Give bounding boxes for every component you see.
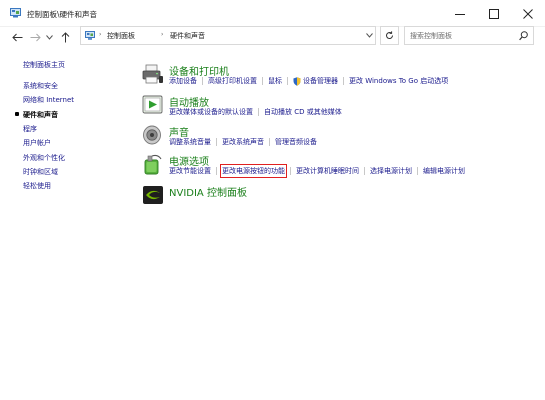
minimize-button[interactable] — [443, 0, 477, 27]
link-change-media-defaults[interactable]: 更改媒体或设备的默认设置 — [169, 107, 253, 117]
chevron-down-icon — [366, 33, 373, 38]
sidebar-item-appearance[interactable]: 外观和个性化 — [23, 153, 65, 163]
link-manage-audio-devices[interactable]: 管理音频设备 — [275, 137, 317, 147]
link-adjust-volume[interactable]: 调整系统音量 — [169, 137, 211, 147]
link-advanced-printer-setup[interactable]: 高级打印机设置 — [208, 76, 257, 86]
link-divider — [343, 77, 344, 85]
link-divider — [216, 167, 217, 175]
link-change-power-button[interactable]: 更改电源按钮的功能 — [220, 164, 287, 178]
link-divider — [262, 77, 263, 85]
link-divider — [269, 138, 270, 146]
sidebar-item-programs[interactable]: 程序 — [23, 124, 37, 134]
link-change-sleep-time[interactable]: 更改计算机睡眠时间 — [296, 166, 359, 176]
nvidia-icon — [143, 186, 163, 204]
breadcrumb-control-panel[interactable]: 控制面板 — [107, 31, 135, 41]
breadcrumb-separator: › — [161, 31, 164, 38]
link-edit-power-plan[interactable]: 编辑电源计划 — [423, 166, 465, 176]
refresh-button[interactable] — [380, 26, 399, 45]
recent-locations-button[interactable] — [44, 31, 54, 43]
breadcrumb-separator: › — [99, 31, 102, 38]
arrow-up-icon — [61, 31, 69, 42]
link-autoplay-cd[interactable]: 自动播放 CD 或其他媒体 — [264, 107, 342, 117]
power-options-icon — [144, 154, 162, 175]
link-device-manager[interactable]: 设备管理器 — [303, 76, 338, 86]
arrow-right-icon — [30, 33, 41, 41]
link-add-device[interactable]: 添加设备 — [169, 76, 197, 86]
link-windows-to-go[interactable]: 更改 Windows To Go 启动选项 — [349, 76, 448, 86]
speaker-icon — [143, 125, 161, 145]
search-box[interactable] — [404, 26, 534, 45]
link-mouse[interactable]: 鼠标 — [268, 76, 282, 86]
arrow-left-icon — [11, 33, 22, 41]
sidebar-item-system-security[interactable]: 系统和安全 — [23, 81, 58, 91]
sidebar-item-ease-of-access[interactable]: 轻松使用 — [23, 181, 51, 191]
minimize-icon — [455, 13, 465, 15]
address-history-button[interactable] — [363, 27, 376, 44]
category-links-devices: 添加设备 高级打印机设置 鼠标 设备管理器 更改 Windows To Go 启… — [169, 76, 448, 86]
sidebar-item-user-accounts[interactable]: 用户帐户 — [23, 138, 51, 148]
link-change-sounds[interactable]: 更改系统声音 — [222, 137, 264, 147]
link-choose-power-plan[interactable]: 选择电源计划 — [370, 166, 412, 176]
search-input[interactable] — [410, 30, 515, 42]
maximize-button[interactable] — [477, 0, 511, 27]
address-bar[interactable]: › 控制面板 › 硬件和声音 — [80, 26, 376, 45]
search-icon[interactable] — [519, 31, 528, 41]
link-divider — [417, 167, 418, 175]
category-links-autoplay: 更改媒体或设备的默认设置 自动播放 CD 或其他媒体 — [169, 107, 342, 117]
printer-icon — [142, 64, 163, 84]
close-button[interactable] — [511, 0, 545, 27]
control-panel-icon — [85, 31, 95, 40]
link-divider — [202, 77, 203, 85]
chevron-down-icon — [45, 34, 53, 40]
link-change-power-saving[interactable]: 更改节能设置 — [169, 166, 211, 176]
back-button[interactable] — [10, 31, 24, 43]
forward-button[interactable] — [28, 31, 42, 43]
category-title-nvidia[interactable]: NVIDIA 控制面板 — [169, 184, 247, 199]
sidebar-item-control-panel-home[interactable]: 控制面板主页 — [23, 60, 65, 70]
link-divider — [364, 167, 365, 175]
control-panel-icon — [10, 8, 21, 18]
breadcrumb-hardware-sound[interactable]: 硬件和声音 — [170, 31, 205, 41]
title-bar: 控制面板\硬件和声音 — [0, 0, 545, 27]
link-divider — [216, 138, 217, 146]
window-title: 控制面板\硬件和声音 — [27, 10, 98, 19]
category-links-power: 更改节能设置 更改电源按钮的功能 更改计算机睡眠时间 选择电源计划 编辑电源计划 — [169, 164, 465, 178]
sidebar-item-hardware-sound[interactable]: 硬件和声音 — [15, 110, 58, 120]
link-divider — [287, 77, 288, 85]
category-links-sound: 调整系统音量 更改系统声音 管理音频设备 — [169, 137, 317, 147]
close-icon — [523, 8, 533, 19]
refresh-icon — [386, 31, 393, 39]
uac-shield-icon — [293, 76, 301, 86]
autoplay-icon — [142, 95, 163, 114]
maximize-icon — [489, 8, 499, 19]
sidebar-item-network-internet[interactable]: 网络和 Internet — [23, 95, 74, 105]
up-button[interactable] — [58, 31, 72, 43]
link-divider — [290, 167, 291, 175]
sidebar-item-clock-region[interactable]: 时钟和区域 — [23, 167, 58, 177]
link-divider — [258, 108, 259, 116]
